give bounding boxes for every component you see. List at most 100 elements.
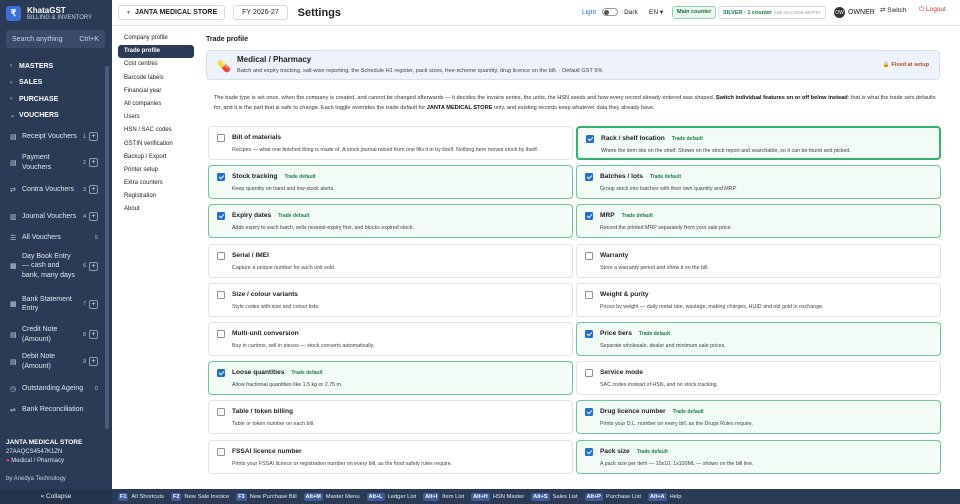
feature-card-price-tiers[interactable]: Price tiers Trade default Separate wholesa… [576,322,941,356]
settings-nav-extra-counters[interactable]: Extra counters [118,177,194,190]
shortcut-help[interactable]: Alt+A Help [647,492,681,501]
settings-nav-users[interactable]: Users [118,111,194,124]
sidebar-item-contra-vouchers[interactable]: ⇄ Contra Vouchers 3 + [0,176,104,203]
feature-checkbox[interactable] [217,134,225,142]
settings-nav-all-companies[interactable]: All companies [118,98,194,111]
settings-nav-gstin-verification[interactable]: GSTIN verification [118,138,194,151]
feature-checkbox[interactable] [217,330,225,338]
sidebar-scrollbar[interactable] [105,66,109,429]
company-selector[interactable]: ▼ JANTA MEDICAL STORE [118,5,226,20]
fy-selector[interactable]: FY 2026-27 [233,5,288,20]
feature-checkbox[interactable] [585,447,593,456]
shortcut-all-shortcuts[interactable]: F1 All Shortcuts [118,492,164,501]
sidebar-item-receipt-vouchers[interactable]: ▤ Receipt Vouchers 1 + [0,124,104,149]
settings-nav-barcode-labels[interactable]: Barcode labels [118,72,194,85]
add-icon[interactable]: + [89,158,98,167]
feature-checkbox[interactable] [217,173,225,182]
feature-card-rack-shelf-location[interactable]: Rack / shelf location Trade default Where … [576,126,941,160]
sidebar-item-bank-reconciliation[interactable]: ⇌ Bank Reconciliation [0,402,104,417]
feature-card-stock-tracking[interactable]: Stock tracking Trade default Keep quantity… [208,165,573,200]
add-icon[interactable]: + [89,330,98,339]
feature-checkbox[interactable] [585,251,593,260]
trade-default-badge: Trade default [672,409,704,416]
nav-group-masters[interactable]: › MASTERS [0,58,104,75]
feature-checkbox[interactable] [217,447,225,456]
settings-nav-company-profile[interactable]: Company profile [118,32,194,45]
counter-badge[interactable]: Main counter [672,6,717,19]
swap-icon: ⇄ [10,186,16,194]
feature-card-service-mode[interactable]: Service mode SAC codes instead of HSN, an… [576,361,941,396]
add-icon[interactable]: + [89,299,98,309]
feature-card-bill-of-materials[interactable]: Bill of materials Recipes — what one fini… [208,126,573,160]
feature-checkbox[interactable] [585,212,593,221]
feature-card-weight-purity[interactable]: Weight & purity Prices by weight — daily … [576,282,941,317]
add-icon[interactable]: + [89,357,98,366]
sidebar-item-outstanding-ageing[interactable]: ◷ Outstanding Ageing 0 [0,375,104,402]
nav-group-purchase[interactable]: › PURCHASE [0,91,104,108]
sidebar-item-bank-statement-entry[interactable]: ▦ Bank Statement Entry 7 + [0,287,104,321]
sidebar-item-journal-vouchers[interactable]: ▥ Journal Vouchers 4 + [0,203,104,230]
feature-card-size-colour-variants[interactable]: Size / colour variants Style codes with s… [208,282,573,317]
feature-checkbox[interactable] [217,212,225,221]
settings-nav-trade-profile[interactable]: Trade profile [118,45,194,59]
add-icon[interactable]: + [89,185,98,194]
shortcut-hsn-master[interactable]: Alt+H HSN Master [471,492,524,501]
feature-checkbox[interactable] [217,369,225,378]
feature-checkbox[interactable] [585,369,593,378]
feature-checkbox[interactable] [217,251,225,260]
settings-nav-financial-year[interactable]: Financial year [118,85,194,98]
feature-card-mrp[interactable]: MRP Trade default Record the printed MRP s… [576,204,941,239]
settings-nav-backup-export[interactable]: Backup / Export [118,151,194,164]
feature-checkbox[interactable] [585,408,593,417]
settings-nav-about[interactable]: About [118,203,194,216]
sidebar-item-payment-vouchers[interactable]: ▤ Payment Vouchers 2 + [0,149,104,176]
logout-button[interactable]: ⏻ Logout [919,6,946,14]
language-selector[interactable]: EN ▾ [649,8,663,16]
feature-card-drug-licence-number[interactable]: Drug licence number Trade default Prints y… [576,400,941,435]
shortcut-new-purchase-bill[interactable]: F3 New Purchase Bill [236,492,297,501]
add-icon[interactable]: + [89,261,98,271]
shortcut-new-sale-invoice[interactable]: F2 New Sale Invoice [170,492,229,501]
theme-toggle[interactable]: Light Dark [582,8,638,16]
feature-checkbox[interactable] [585,173,593,182]
shortcut-master-menu[interactable]: Alt+M Master Menu [303,492,360,501]
feature-checkbox[interactable] [586,135,594,143]
brand[interactable]: ₹ KhataGST BILLING & INVENTORY [6,6,92,21]
feature-card-loose-quantities[interactable]: Loose quantities Trade default Allow fract… [208,361,573,396]
shortcut-ledger-list[interactable]: Alt+L Ledger List [366,492,416,501]
user-menu[interactable]: OW OWNER [834,7,875,18]
theme-switch[interactable] [602,8,619,16]
add-icon[interactable]: + [89,212,98,221]
nav-group-sales[interactable]: › SALES [0,75,104,92]
settings-nav-printer-setup[interactable]: Printer setup [118,164,194,177]
feature-card-pack-size[interactable]: Pack size Trade default A pack size per it… [576,439,941,474]
shortcut-item-list[interactable]: Alt+I Item List [423,492,464,501]
feature-card-serial-imei[interactable]: Serial / IMEI Capture a unique number for… [208,243,573,278]
feature-checkbox[interactable] [585,290,593,299]
collapse-button[interactable]: « Collapse [0,489,112,504]
feature-checkbox[interactable] [217,290,225,299]
sidebar-item-debit-note[interactable]: ▤ Debit Note (Amount) 9 + [0,348,104,375]
feature-card-warranty[interactable]: Warranty Store a warranty period and show… [576,243,941,278]
sidebar-item-day-book-entry[interactable]: ▦ Day Book Entry — cash and bank, many da… [0,245,104,287]
shortcut-purchase-list[interactable]: Alt+P Purchase List [584,492,641,501]
shortcut-sales-list[interactable]: Alt+S Sales List [531,492,578,501]
shortcut-number: 4 [82,213,86,220]
feature-card-multi-unit-conversion[interactable]: Multi-unit conversion Buy in cartons, sel… [208,322,573,356]
feature-card-batches-lots[interactable]: Batches / lots Trade default Group stock i… [576,165,941,200]
feature-card-expiry-dates[interactable]: Expiry dates Trade default Adds expiry to … [208,204,573,239]
feature-checkbox[interactable] [217,408,225,417]
sidebar-item-credit-note[interactable]: ▤ Credit Note (Amount) 8 + [0,321,104,348]
add-icon[interactable]: + [89,132,98,141]
settings-nav-cost-centres[interactable]: Cost centres [118,58,194,71]
sidebar-item-all-vouchers[interactable]: ☰ All Vouchers 5 [0,230,104,245]
settings-nav-hsn-sac-codes[interactable]: HSN / SAC codes [118,124,194,137]
feature-card-fssai-licence-number[interactable]: FSSAI licence number Prints your FSSAI li… [208,439,573,474]
feature-checkbox[interactable] [585,330,593,338]
settings-nav-registration[interactable]: Registration [118,190,194,203]
nav-group-vouchers[interactable]: ⌄ VOUCHERS [0,108,104,125]
feature-card-table-token-billing[interactable]: Table / token billing Table or token numb… [208,400,573,435]
switch-button[interactable]: ⇄ Switch [880,6,906,14]
intro-part: The trade type is set once, when the com… [214,95,715,101]
search-input[interactable]: Search anything Ctrl+K [6,30,105,48]
